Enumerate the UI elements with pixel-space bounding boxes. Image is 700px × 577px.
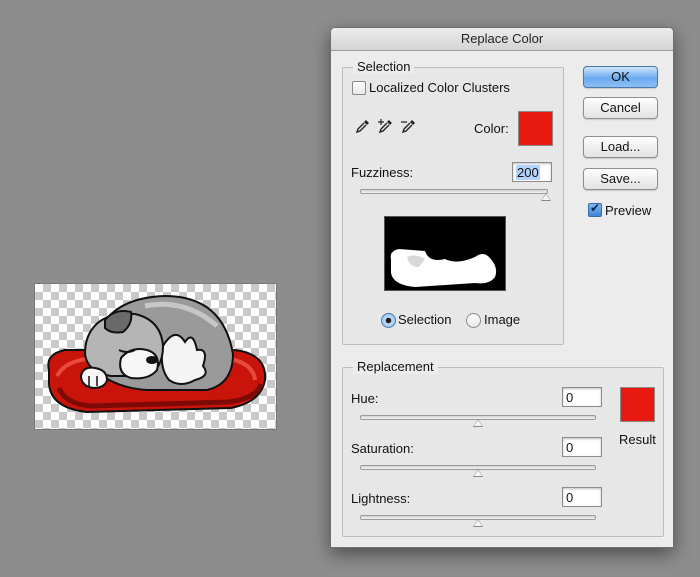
replace-color-dialog: Replace Color Selection Localized Color … (330, 27, 674, 548)
radio-selection[interactable] (381, 313, 396, 328)
eyedropper-minus-icon[interactable] (401, 118, 417, 134)
localized-clusters-label: Localized Color Clusters (369, 80, 510, 95)
localized-clusters-checkbox[interactable] (352, 81, 366, 95)
lightness-input[interactable]: 0 (562, 487, 602, 507)
lightness-slider-thumb[interactable] (473, 519, 483, 527)
selection-preview (384, 216, 506, 291)
eyedropper-icon[interactable] (355, 118, 371, 134)
saturation-input[interactable]: 0 (562, 437, 602, 457)
hue-label: Hue: (351, 391, 379, 406)
ok-button[interactable]: OK (583, 66, 658, 88)
replacement-group-title: Replacement (353, 359, 438, 374)
saturation-slider-thumb[interactable] (473, 469, 483, 477)
hue-input[interactable]: 0 (562, 387, 602, 407)
radio-image-label: Image (484, 312, 521, 327)
cancel-button[interactable]: Cancel (583, 97, 658, 119)
saturation-label: Saturation: (351, 441, 414, 456)
replacement-group: Replacement Hue: 0 Saturation: 0 Lightne… (342, 359, 664, 537)
eyedropper-plus-icon[interactable] (378, 118, 394, 134)
selection-group-title: Selection (353, 59, 415, 74)
fuzziness-slider-thumb[interactable] (541, 193, 551, 201)
lightness-value: 0 (566, 490, 574, 505)
sleeping-dog-illustration (47, 294, 267, 414)
saturation-value: 0 (566, 440, 574, 455)
fuzziness-slider[interactable] (360, 189, 548, 194)
preview-label: Preview (605, 203, 652, 218)
result-color-swatch[interactable] (620, 387, 655, 422)
dialog-title: Replace Color (331, 28, 673, 51)
fuzziness-input[interactable]: 200 (512, 162, 552, 182)
hue-value: 0 (566, 390, 574, 405)
radio-selection-label: Selection (398, 312, 452, 327)
selection-group: Selection Localized Color Clusters Color… (342, 59, 564, 345)
selection-mask-image (390, 249, 497, 287)
lightness-label: Lightness: (351, 491, 411, 506)
result-label: Result (619, 432, 656, 447)
preview-checkbox[interactable] (588, 201, 602, 217)
save-button[interactable]: Save... (583, 168, 658, 190)
hue-slider-thumb[interactable] (473, 419, 483, 427)
fuzziness-value: 200 (516, 165, 540, 180)
color-label: Color: (474, 121, 509, 136)
selection-color-swatch[interactable] (518, 111, 553, 146)
canvas-image (35, 284, 276, 429)
fuzziness-label: Fuzziness: (351, 165, 414, 180)
load-button[interactable]: Load... (583, 136, 658, 158)
radio-image[interactable] (466, 313, 481, 328)
